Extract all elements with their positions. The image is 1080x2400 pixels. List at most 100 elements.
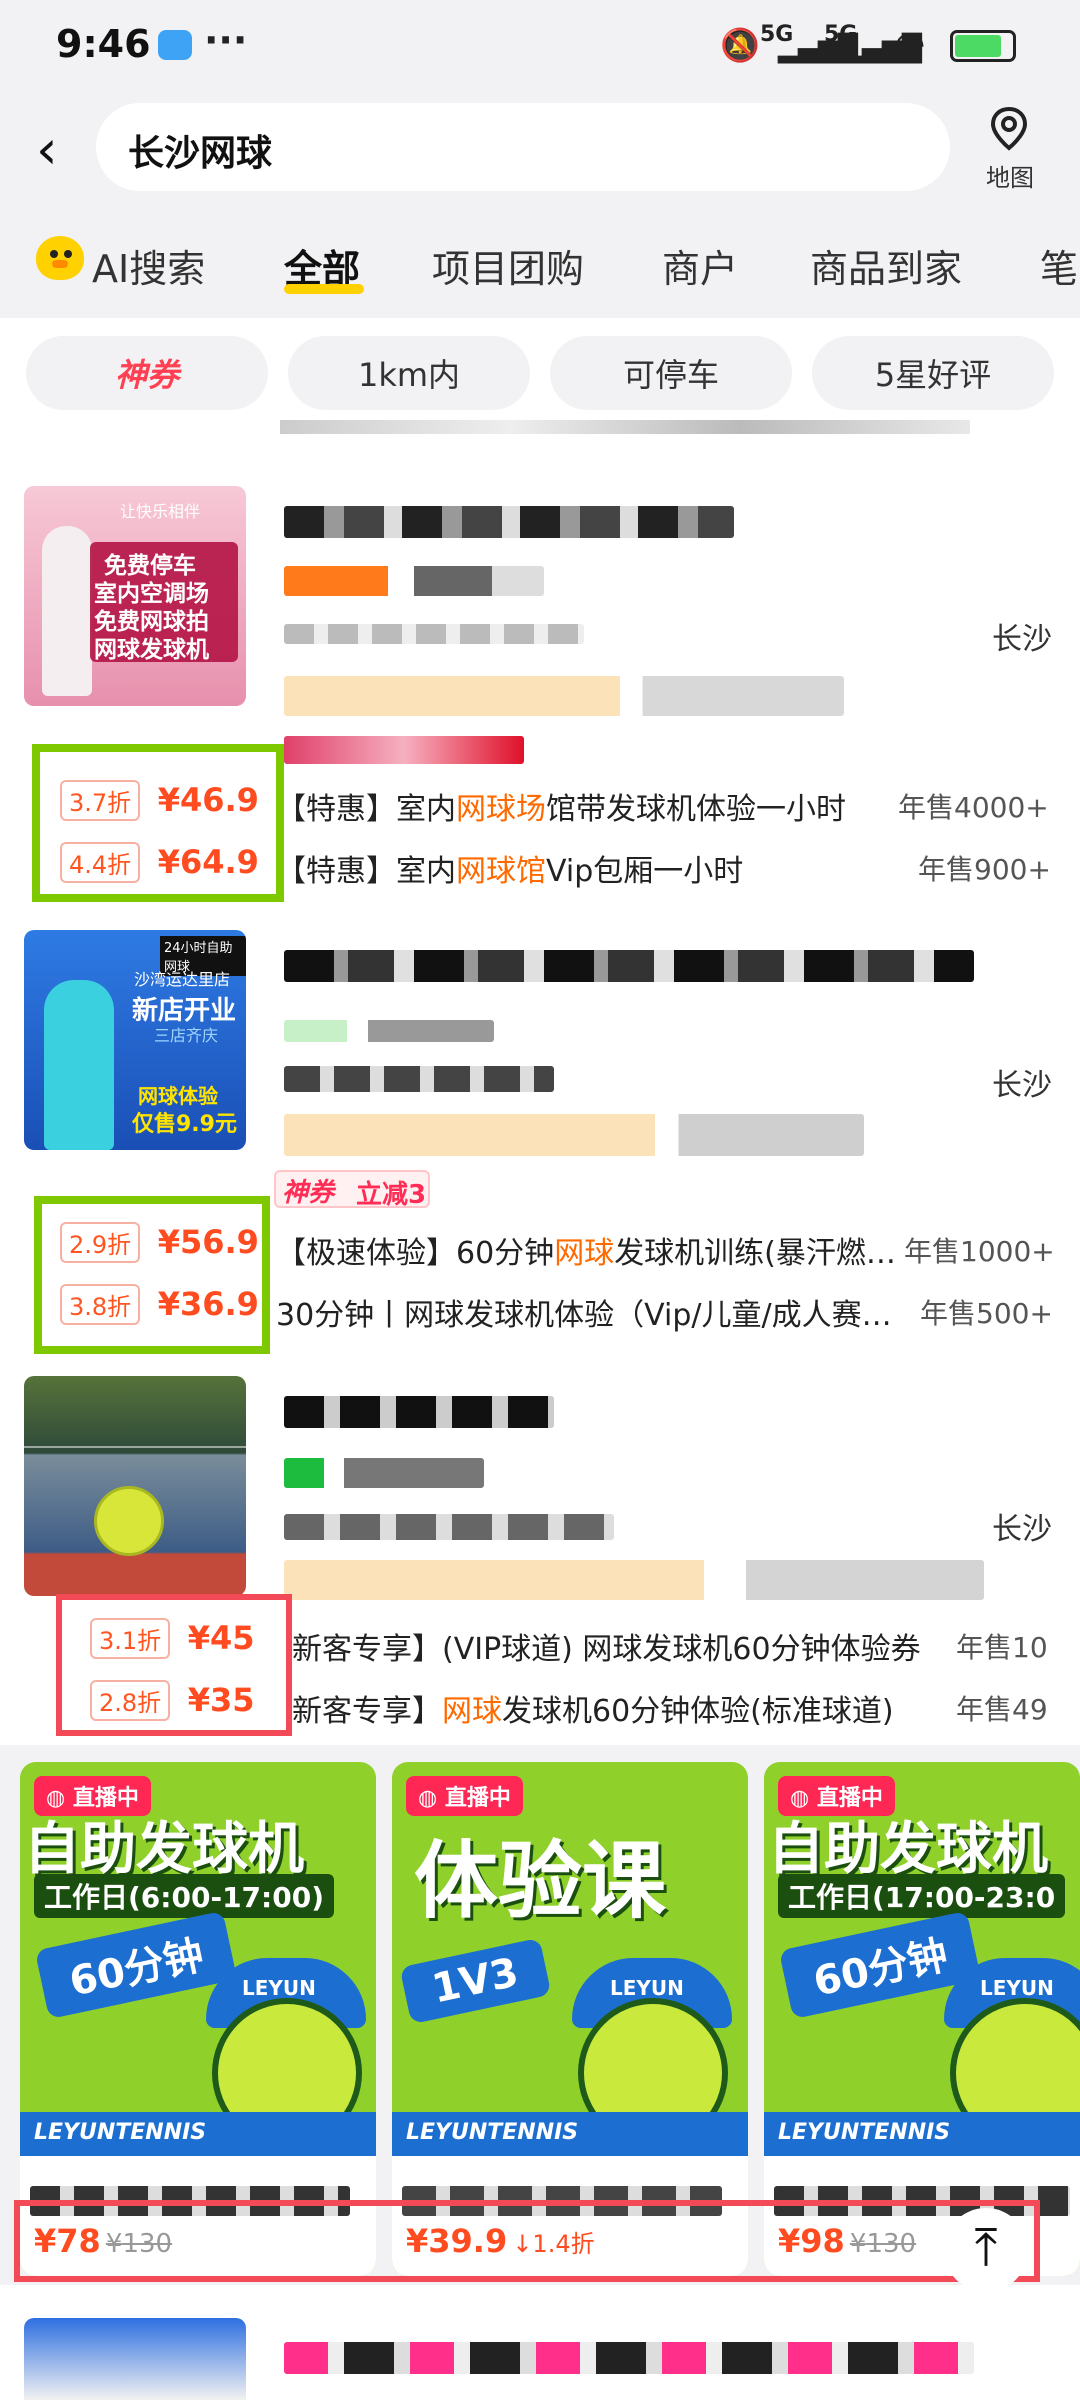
deal-title-text: 新客专享】 xyxy=(292,1694,442,1729)
deal-price: 56.9 xyxy=(179,1223,259,1261)
wifi-icon: ◠ xyxy=(894,24,926,65)
map-label[interactable]: 地图 xyxy=(986,158,1034,193)
player-figure xyxy=(44,980,114,1150)
price-highlight-box xyxy=(34,1196,270,1354)
tab-notes[interactable]: 笔 xyxy=(1040,238,1078,293)
court-net xyxy=(24,1446,246,1448)
deal-title-text: 馆带发球机体验一小时 xyxy=(546,792,846,827)
card-subtitle: 工作日(17:00-23:0 xyxy=(778,1874,1066,1918)
cloud-app-icon xyxy=(158,30,192,60)
price-highlight-box xyxy=(14,2200,1040,2282)
currency: ¥ xyxy=(157,1223,180,1261)
back-to-top-button[interactable]: ⤒ xyxy=(944,2208,1028,2292)
deal-title[interactable]: 30分钟丨网球发球机体验（Vip/儿童/成人赛… xyxy=(276,1290,896,1334)
card-subtitle: 工作日(6:00-17:00) xyxy=(34,1874,334,1918)
blurred-title xyxy=(284,506,734,538)
live-badge: ◍ 直播中 xyxy=(406,1776,523,1816)
deal-price: 35 xyxy=(209,1681,255,1719)
tab-group-buy[interactable]: 项目团购 xyxy=(432,238,584,293)
more-notifications-icon: ··· xyxy=(204,18,248,62)
blurred-rating xyxy=(284,1020,494,1042)
blurred-meta xyxy=(284,624,584,644)
currency: ¥ xyxy=(187,1681,210,1719)
coupon-amount: 立减3 xyxy=(356,1180,427,1210)
sold-count: 年售10 xyxy=(956,1631,1048,1664)
back-arrow-icon[interactable]: ‹ xyxy=(36,118,58,181)
deal-title-text: 30分钟丨网球发球机体验（Vip/儿童/成人赛… xyxy=(276,1298,892,1333)
blurred-title xyxy=(284,950,974,982)
deal-title[interactable]: 【特惠】室内网球馆Vip包厢一小时 xyxy=(276,846,876,890)
thumb-text: 沙湾运达里店 xyxy=(134,970,231,989)
blurred-tags xyxy=(284,1114,864,1156)
mascot-brand: LEYUN xyxy=(610,1976,684,2000)
blurred-title xyxy=(284,2342,974,2374)
deal-price: 36.9 xyxy=(179,1285,259,1323)
location-pin-icon[interactable] xyxy=(986,106,1032,152)
currency: ¥ xyxy=(187,1619,210,1657)
discount-badge: 3.8折 xyxy=(60,1284,141,1325)
sold-count: 年售49 xyxy=(956,1693,1048,1726)
live-card[interactable]: ◍ 直播中 自助发球机 工作日(6:00-17:00) 60分钟 LEYUN L… xyxy=(20,1762,376,2276)
tennis-ball-icon xyxy=(94,1486,164,1556)
filter-5star[interactable]: 5星好评 xyxy=(812,336,1054,410)
thumb-text: 网球体验 xyxy=(138,1084,218,1108)
deal-keyword: 网球 xyxy=(442,1694,502,1729)
listing-thumbnail[interactable] xyxy=(24,2318,246,2400)
deal-keyword: 网球 xyxy=(554,1236,615,1271)
live-label: 直播中 xyxy=(444,1786,511,1811)
listing-thumbnail[interactable]: 让快乐相伴 免费停车 室内空调场 免费网球拍 网球发球机 xyxy=(24,486,246,706)
blurred-coupon xyxy=(284,736,524,764)
deal-title-text: 【极速体验】60分钟 xyxy=(276,1236,555,1271)
card-brand-band: LEYUNTENNIS xyxy=(764,2112,1080,2156)
mascot-brand: LEYUN xyxy=(242,1976,316,2000)
deal-title[interactable]: 新客专享】网球发球机60分钟体验(标准球道) xyxy=(292,1686,952,1730)
currency: ¥ xyxy=(157,1285,180,1323)
deal-price: 45 xyxy=(209,1619,255,1657)
deal-title-text: 新客专享】(VIP球道) 网球发球机60分钟体验券 xyxy=(292,1632,921,1667)
battery-level xyxy=(955,35,1001,57)
blurred-meta xyxy=(284,1514,614,1540)
blurred-tags xyxy=(284,1560,984,1600)
deal-title[interactable]: 【特惠】室内网球场馆带发球机体验一小时 xyxy=(276,784,876,828)
discount-badge: 3.1折 xyxy=(90,1618,171,1659)
discount-badge: 4.4折 xyxy=(60,842,141,883)
thumb-text: 网球发球机 xyxy=(94,637,209,663)
deal-title-text: 发球机训练(暴汗燃… xyxy=(614,1236,896,1271)
discount-badge: 3.7折 xyxy=(60,780,141,821)
blurred-title xyxy=(284,1396,554,1428)
tab-ai-search[interactable]: AI搜索 xyxy=(92,238,205,293)
thumb-text: 三店齐庆 xyxy=(154,1026,219,1045)
deal-title[interactable]: 新客专享】(VIP球道) 网球发球机60分钟体验券 xyxy=(292,1624,952,1668)
deal-price: 46.9 xyxy=(179,781,259,819)
blurred-rating xyxy=(284,566,544,596)
deal-title[interactable]: 【极速体验】60分钟网球发球机训练(暴汗燃… xyxy=(276,1228,896,1272)
filter-coupon[interactable]: 神券 xyxy=(26,336,268,410)
search-input[interactable]: 长沙网球 xyxy=(128,124,272,176)
deal-keyword: 网球馆 xyxy=(456,854,546,889)
tab-merchants[interactable]: 商户 xyxy=(662,238,738,293)
deal-title-text: Vip包厢一小时 xyxy=(546,854,744,889)
sold-count: 年售500+ xyxy=(920,1297,1053,1330)
card-brand-band: LEYUNTENNIS xyxy=(392,2112,748,2156)
deal-title-text: 【特惠】室内 xyxy=(276,792,456,827)
card-arrow-label: 60分钟 xyxy=(34,1910,237,2020)
card-title: 自助发球机 xyxy=(24,1817,304,1882)
filter-1km[interactable]: 1km内 xyxy=(288,336,530,410)
listing-thumbnail[interactable] xyxy=(24,1376,246,1596)
blurred-meta xyxy=(284,1066,554,1092)
coupon-label: 神券 xyxy=(282,1178,335,1208)
tab-delivery[interactable]: 商品到家 xyxy=(810,238,962,293)
blurred-tags xyxy=(284,676,844,716)
filter-parking[interactable]: 可停车 xyxy=(550,336,792,410)
deal-keyword: 网球场 xyxy=(456,792,546,827)
thumb-text: 让快乐相伴 xyxy=(120,502,201,521)
currency: ¥ xyxy=(157,843,180,881)
live-card[interactable]: ◍ 直播中 自助发球机 工作日(17:00-23:0 60分钟 LEYUN LE… xyxy=(764,1762,1080,2276)
thumb-text: 仅售9.9元 xyxy=(132,1112,237,1137)
card-title: 自助发球机 xyxy=(768,1817,1048,1882)
person-figure xyxy=(42,526,92,696)
listing-thumbnail[interactable]: 24小时自助网球 沙湾运达里店 新店开业 三店齐庆 网球体验 仅售9.9元 xyxy=(24,930,246,1150)
live-card[interactable]: ◍ 直播中 体验课 1V3 LEYUN LEYUNTENNIS ¥39.9 ↓1… xyxy=(392,1762,748,2276)
blurred-text xyxy=(280,420,970,434)
sold-count: 年售1000+ xyxy=(904,1235,1055,1268)
